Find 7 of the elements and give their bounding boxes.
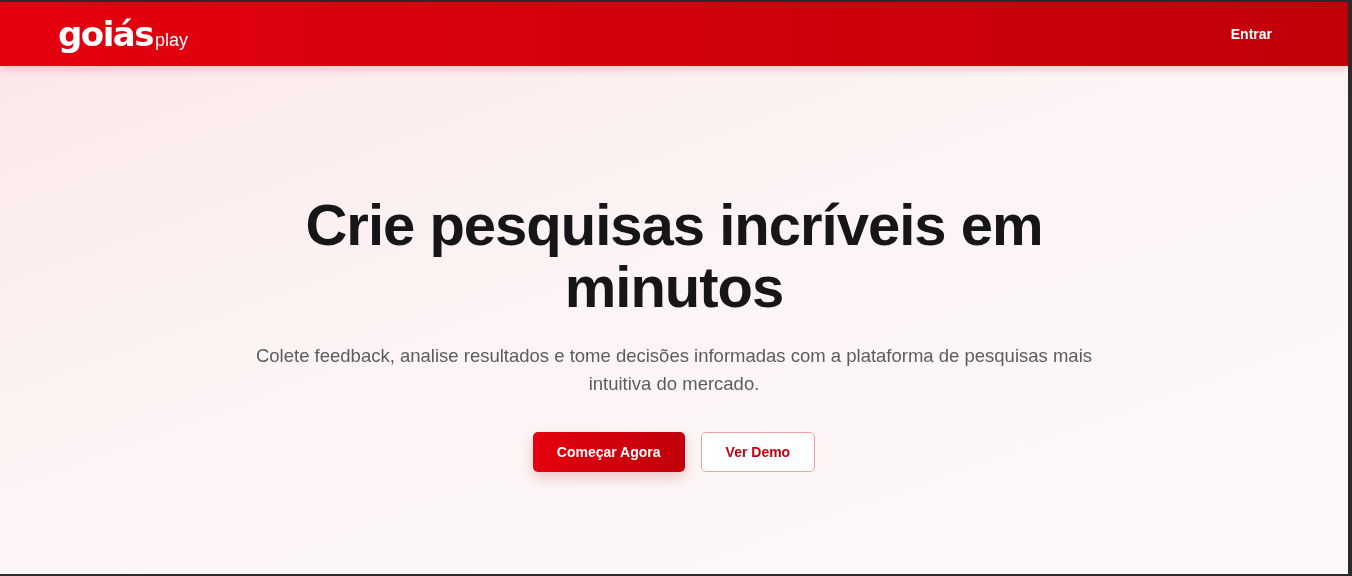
start-button[interactable]: Começar Agora [532,432,685,472]
hero-subtitle: Colete feedback, analise resultados e tome decisões informadas com a plataforma de pesquisas mais intuitiva do mercado. [254,344,1093,396]
hero-title: Crie pesquisas incríveis em minutos [304,194,1044,318]
logo-suffix: play [155,30,189,51]
logo-brand: goiás [58,14,154,54]
demo-button[interactable]: Ver Demo [700,432,816,472]
login-link[interactable]: Entrar [1230,26,1272,42]
